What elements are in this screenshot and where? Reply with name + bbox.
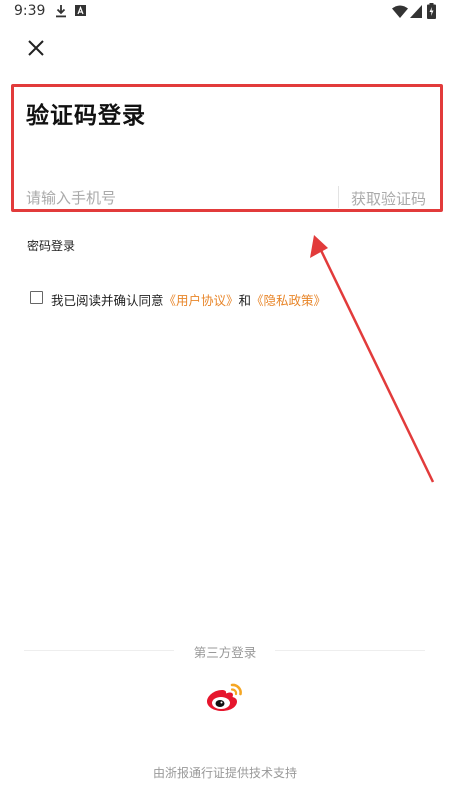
status-bar: 9:39 — [0, 0, 450, 24]
get-code-button[interactable]: 获取验证码 — [351, 188, 426, 209]
annotation-arrow-icon — [310, 235, 435, 483]
page-title: 验证码登录 — [26, 103, 146, 129]
weibo-icon[interactable] — [206, 682, 244, 712]
footer-text: 由浙报通行证提供技术支持 — [152, 766, 297, 780]
status-time: 9:39 — [14, 3, 46, 19]
signal-icon — [410, 5, 422, 18]
close-icon[interactable] — [24, 36, 48, 60]
agreement-prefix: 我已阅读并确认同意 — [51, 293, 164, 308]
login-screen: 9:39 验证码登录 获取验证码 密码登录 我已阅读并确认同意《用户协议 — [0, 0, 450, 800]
phone-input[interactable] — [26, 184, 326, 212]
user-agreement-link[interactable]: 《用户协议》 — [164, 293, 239, 308]
agreement-checkbox[interactable] — [30, 291, 43, 304]
divider-right — [275, 650, 425, 651]
agreement-text: 我已阅读并确认同意《用户协议》和《隐私政策》 — [51, 290, 326, 309]
password-login-link[interactable]: 密码登录 — [27, 237, 75, 254]
agreement-connector: 和 — [238, 293, 252, 308]
battery-icon — [427, 3, 436, 19]
third-party-label: 第三方登录 — [193, 645, 257, 660]
download-icon — [56, 5, 66, 18]
wifi-icon — [392, 5, 408, 18]
input-divider — [338, 186, 339, 208]
a-icon — [75, 5, 86, 16]
